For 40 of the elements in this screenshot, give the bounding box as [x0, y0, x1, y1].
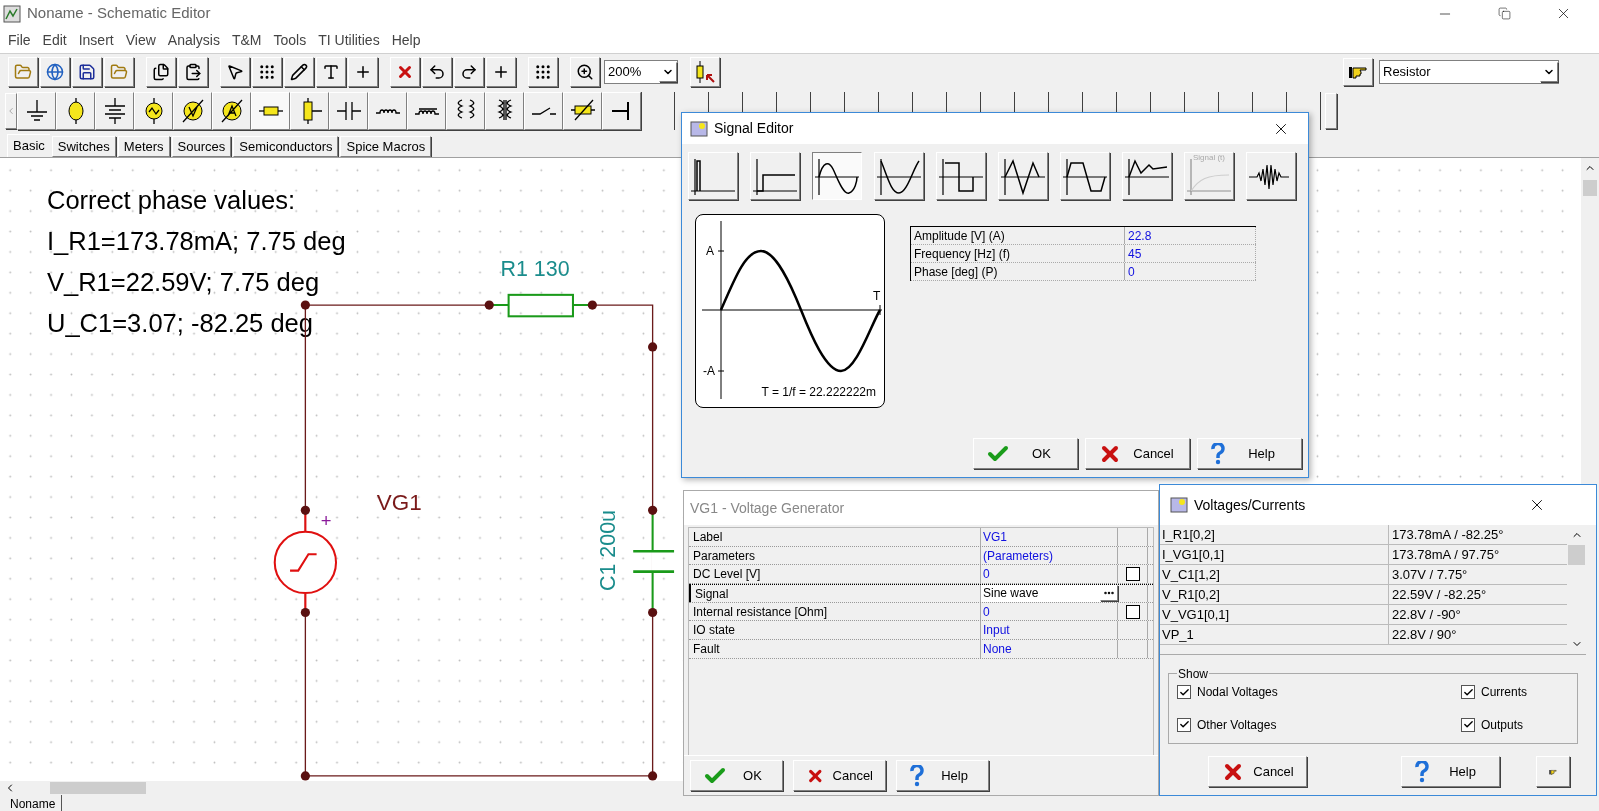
- result-value: 22.59V / -82.25°: [1391, 586, 1488, 604]
- checkbox-label: Other Voltages: [1197, 716, 1277, 734]
- result-name: V_C1[1,2]: [1160, 565, 1389, 584]
- axis-label: A: [706, 243, 714, 260]
- property-name: Internal resistance [Ohm]: [689, 602, 981, 621]
- axis-label: -A: [703, 363, 715, 380]
- polarity-mark: +: [320, 509, 332, 531]
- result-value: 173.78mA / 97.75°: [1391, 546, 1501, 564]
- property-name: Parameters: [689, 546, 981, 565]
- dialog-title: Voltages/Currents: [1194, 495, 1306, 515]
- parameter-name: Amplitude [V] (A): [911, 227, 1125, 244]
- period-text: T = 1/f = 22.222222m: [761, 384, 876, 401]
- result-value: 22.8V / 90°: [1391, 626, 1458, 644]
- window-title: Noname - Schematic Editor: [27, 3, 211, 24]
- result-name: I_VG1[0,1]: [1160, 545, 1389, 564]
- result-value: 22.8V / -90°: [1391, 606, 1462, 624]
- dialog-title: Signal Editor: [714, 119, 794, 138]
- dialog-title: VG1 - Voltage Generator: [690, 498, 845, 518]
- parameter-name: Frequency [Hz] (f): [911, 245, 1125, 262]
- result-name: V_R1[0,2]: [1160, 585, 1389, 604]
- result-value: 3.07V / 7.75°: [1391, 566, 1469, 584]
- note-text: Correct phase values:: [47, 186, 296, 215]
- result-name: VP_1: [1160, 625, 1389, 644]
- result-value: 173.78mA / -82.25°: [1391, 526, 1505, 544]
- checkbox-label: Outputs: [1481, 716, 1524, 734]
- property-name: Label: [689, 528, 981, 546]
- component-label: R1 130: [500, 257, 570, 282]
- axis-label: T: [873, 288, 881, 305]
- checkbox-label: Nodal Voltages: [1197, 684, 1278, 701]
- note-text: V_R1=22.59V; 7.75 deg: [47, 267, 320, 296]
- checkbox-label: Currents: [1481, 684, 1527, 701]
- component-label: VG1: [376, 490, 422, 516]
- result-name: I_R1[0,2]: [1160, 525, 1389, 544]
- property-name: Fault: [689, 640, 981, 658]
- property-name: IO state: [689, 621, 981, 640]
- result-name: V_VG1[0,1]: [1160, 605, 1389, 624]
- component-label: C1 200u: [595, 510, 620, 592]
- parameter-name: Phase [deg] (P): [911, 263, 1125, 280]
- note-text: I_R1=173.78mA; 7.75 deg: [47, 226, 346, 255]
- property-name: DC Level [V]: [689, 565, 981, 584]
